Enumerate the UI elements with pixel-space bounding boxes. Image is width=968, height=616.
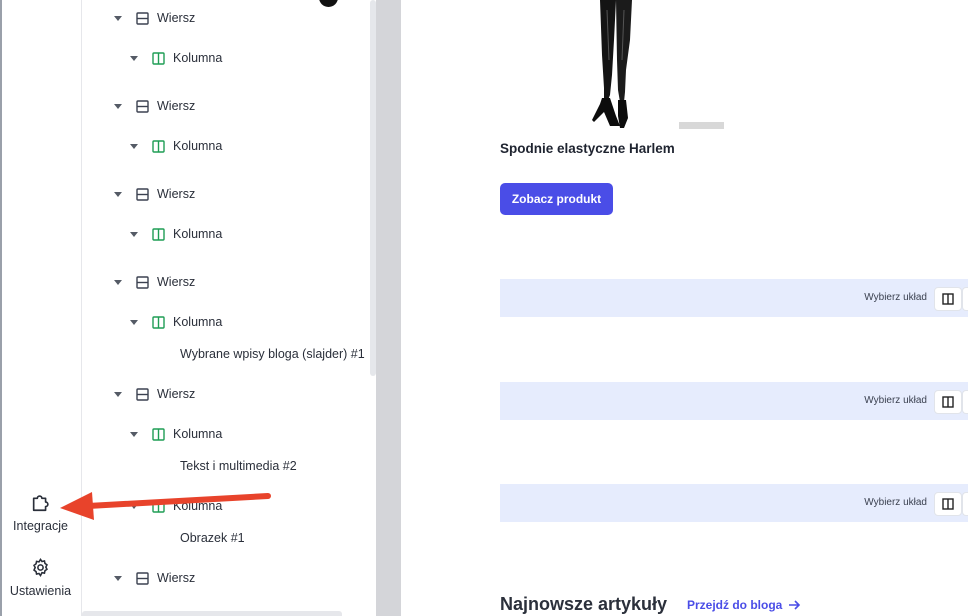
layout-option-button[interactable] xyxy=(962,492,968,516)
latest-articles-heading: Najnowsze artykuły xyxy=(500,594,668,614)
row-icon xyxy=(136,99,149,113)
row-icon xyxy=(136,571,149,585)
gear-icon xyxy=(33,558,48,578)
columns-layout-icon xyxy=(942,396,954,408)
tree-leaf-image[interactable]: Obrazek #1 xyxy=(180,531,245,545)
tree-column-label: Kolumna xyxy=(173,51,223,65)
arrow-right-icon xyxy=(789,600,801,610)
chevron-down-icon[interactable] xyxy=(130,55,138,61)
tree-row-item[interactable]: Wiersz xyxy=(114,7,195,29)
go-to-blog-link[interactable]: Przejdź do bloga xyxy=(687,598,802,612)
chevron-down-icon[interactable] xyxy=(130,503,138,509)
product-name: Spodnie elastyczne Harlem xyxy=(500,141,675,156)
layout-option-button[interactable] xyxy=(962,287,968,311)
tree-column-item[interactable]: Kolumna xyxy=(130,311,222,333)
tree-row-label: Wiersz xyxy=(157,387,196,401)
column-icon xyxy=(152,227,165,241)
column-icon xyxy=(152,427,165,441)
product-image[interactable] xyxy=(580,0,650,130)
tree-footer-handle xyxy=(82,611,342,616)
tree-row-label: Wiersz xyxy=(157,571,196,585)
tree-leaf-text-media[interactable]: Tekst i multimedia #2 xyxy=(180,459,297,473)
rail-item-integrations-label: Integracje xyxy=(13,519,68,533)
layout-picker-band[interactable]: Wybierz układ xyxy=(500,484,968,522)
tree-column-item[interactable]: Kolumna xyxy=(130,495,222,517)
row-icon xyxy=(136,187,149,201)
tree-row-label: Wiersz xyxy=(157,99,196,113)
chevron-down-icon[interactable] xyxy=(130,231,138,237)
row-icon xyxy=(136,11,149,25)
chevron-down-icon[interactable] xyxy=(130,319,138,325)
column-icon xyxy=(152,315,165,329)
tree-row-label: Wiersz xyxy=(157,275,196,289)
layout-picker-band[interactable]: Wybierz układ xyxy=(500,279,968,317)
tree-column-label: Kolumna xyxy=(173,315,223,329)
row-icon xyxy=(136,387,149,401)
tree-row-item[interactable]: Wiersz xyxy=(114,271,195,293)
canvas-gutter xyxy=(376,0,401,616)
tree-row-item[interactable]: Wiersz xyxy=(114,383,195,405)
go-to-blog-label: Przejdź do bloga xyxy=(687,598,783,612)
layout-option-button[interactable] xyxy=(934,390,962,414)
tree-leaf-blog-slider[interactable]: Wybrane wpisy bloga (slajder) #1 xyxy=(180,347,365,361)
tree-row-item[interactable]: Wiersz xyxy=(114,567,195,589)
chevron-down-icon[interactable] xyxy=(114,15,122,21)
layout-option-button[interactable] xyxy=(934,492,962,516)
chevron-down-icon[interactable] xyxy=(114,103,122,109)
columns-layout-icon xyxy=(942,498,954,510)
image-watermark xyxy=(679,122,724,129)
view-product-button[interactable]: Zobacz produkt xyxy=(500,183,613,215)
rail-item-integrations[interactable]: Integracje xyxy=(0,491,81,533)
tree-row-label: Wiersz xyxy=(157,187,196,201)
tree-column-item[interactable]: Kolumna xyxy=(130,223,222,245)
tree-column-label: Kolumna xyxy=(173,427,223,441)
chevron-down-icon[interactable] xyxy=(114,575,122,581)
tree-column-label: Kolumna xyxy=(173,227,223,241)
tree-column-label: Kolumna xyxy=(173,139,223,153)
layout-picker-label: Wybierz układ xyxy=(864,292,927,303)
puzzle-icon xyxy=(32,495,49,512)
column-icon xyxy=(152,51,165,65)
columns-layout-icon xyxy=(942,293,954,305)
structure-tree: Wiersz Kolumna Wiersz Kolumna Wiersz Kol… xyxy=(82,0,370,616)
rail-item-settings[interactable]: Ustawienia xyxy=(0,557,81,598)
column-icon xyxy=(152,499,165,513)
layout-picker-label: Wybierz układ xyxy=(864,395,927,406)
tree-column-label: Kolumna xyxy=(173,499,223,513)
chevron-down-icon[interactable] xyxy=(130,431,138,437)
rail-item-settings-label: Ustawienia xyxy=(9,584,72,598)
layout-picker-band[interactable]: Wybierz układ xyxy=(500,382,968,420)
tree-row-item[interactable]: Wiersz xyxy=(114,183,195,205)
info-badge[interactable] xyxy=(319,0,338,7)
layout-option-button[interactable] xyxy=(962,390,968,414)
left-rail: Integracje Ustawienia xyxy=(0,0,82,616)
layout-option-button[interactable] xyxy=(934,287,962,311)
tree-row-item[interactable]: Wiersz xyxy=(114,95,195,117)
chevron-down-icon[interactable] xyxy=(114,279,122,285)
tree-column-item[interactable]: Kolumna xyxy=(130,47,222,69)
chevron-down-icon[interactable] xyxy=(114,391,122,397)
row-icon xyxy=(136,275,149,289)
layout-picker-label: Wybierz układ xyxy=(864,497,927,508)
tree-column-item[interactable]: Kolumna xyxy=(130,423,222,445)
tree-row-label: Wiersz xyxy=(157,11,196,25)
chevron-down-icon[interactable] xyxy=(114,191,122,197)
chevron-down-icon[interactable] xyxy=(130,143,138,149)
tree-column-item[interactable]: Kolumna xyxy=(130,135,222,157)
column-icon xyxy=(152,139,165,153)
